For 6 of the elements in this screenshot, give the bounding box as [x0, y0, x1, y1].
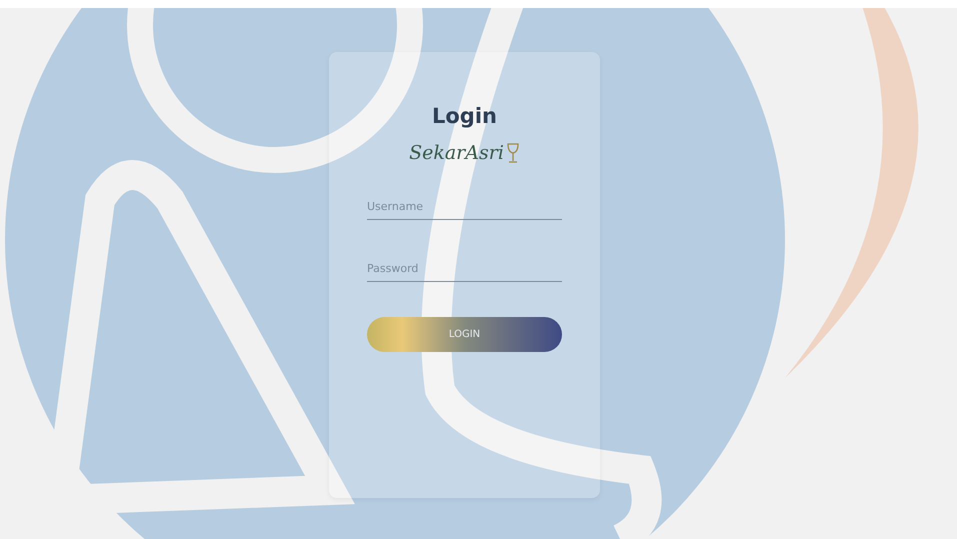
wine-glass-icon — [506, 142, 520, 164]
logo-text: SekarAsri — [409, 142, 504, 164]
username-field[interactable]: Username — [367, 196, 562, 220]
login-title: Login — [432, 104, 497, 128]
password-field[interactable]: Password — [367, 258, 562, 282]
login-button[interactable]: LOGIN — [367, 317, 562, 352]
